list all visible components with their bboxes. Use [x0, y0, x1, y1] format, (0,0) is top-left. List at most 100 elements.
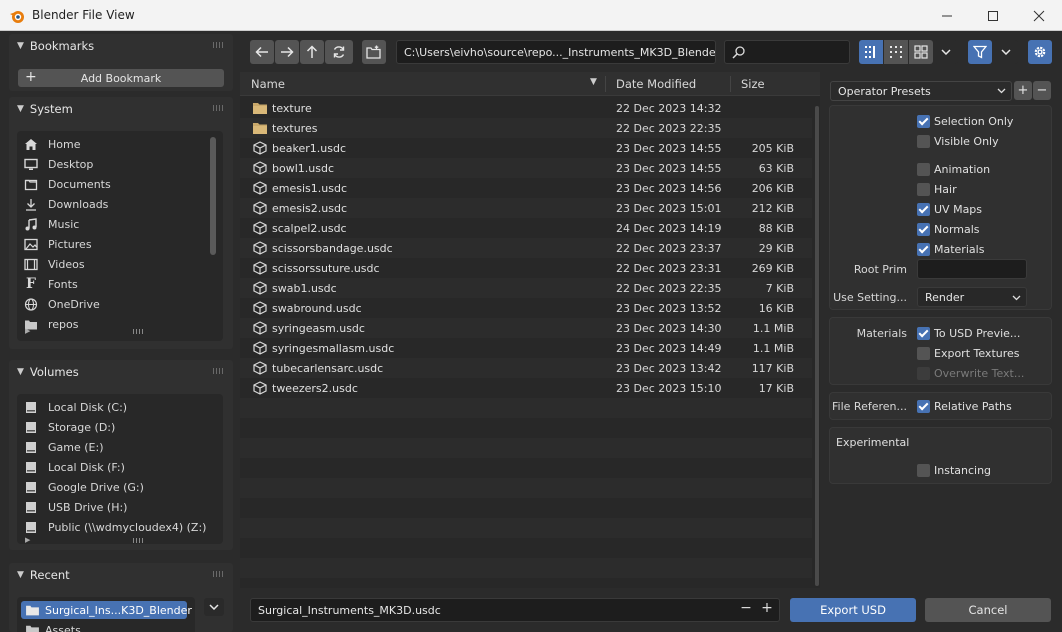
system-list-scrollbar[interactable]: [210, 137, 216, 255]
search-input[interactable]: [724, 40, 850, 64]
recent-item[interactable]: Assets: [21, 621, 187, 632]
add-preset-button[interactable]: +: [1014, 81, 1032, 100]
file-row[interactable]: scissorssuture.usdc 22 Dec 2023 23:31 269 …: [240, 258, 812, 278]
new-folder-button[interactable]: [362, 40, 386, 64]
bookmarks-section: ▼ Bookmarks + Add Bookmark: [9, 34, 233, 91]
file-row[interactable]: swabround.usdc 23 Dec 2023 13:52 16 KiB: [240, 298, 812, 318]
vertical-list-view-button[interactable]: [859, 40, 883, 64]
filter-dropdown[interactable]: [994, 40, 1018, 64]
cancel-button[interactable]: Cancel: [925, 598, 1051, 622]
increment-filename-button[interactable]: +: [760, 600, 774, 620]
relative-paths-checkbox[interactable]: [917, 400, 930, 413]
volume-item-z[interactable]: Public (\\wdmycloudex4) (Z:): [17, 517, 223, 537]
system-item-desktop[interactable]: Desktop: [17, 154, 223, 174]
maximize-button[interactable]: [970, 0, 1016, 31]
system-item-downloads[interactable]: Downloads: [17, 194, 223, 214]
drag-grip-icon[interactable]: [213, 571, 225, 577]
folder-row[interactable]: texture 22 Dec 2023 14:32: [240, 98, 812, 118]
forward-button[interactable]: [275, 40, 299, 64]
column-header-size[interactable]: Size: [741, 77, 765, 91]
resize-grip-icon[interactable]: [133, 538, 145, 543]
export-textures-checkbox[interactable]: [917, 347, 930, 360]
system-item-onedrive[interactable]: OneDrive: [17, 294, 223, 314]
mesh-file-icon: [253, 381, 267, 395]
drag-grip-icon[interactable]: [213, 42, 225, 48]
operator-presets-dropdown[interactable]: Operator Presets: [830, 81, 1012, 101]
parent-directory-button[interactable]: [300, 40, 324, 64]
use-settings-dropdown[interactable]: Render: [917, 287, 1027, 307]
system-item-videos[interactable]: Videos: [17, 254, 223, 274]
recent-dropdown-button[interactable]: [204, 598, 224, 616]
volume-item-d[interactable]: Storage (D:): [17, 417, 223, 437]
root-prim-input[interactable]: [917, 259, 1027, 279]
recent-item-selected[interactable]: Surgical_Ins...K3D_Blender: [21, 601, 192, 619]
decrement-filename-button[interactable]: −: [740, 600, 752, 620]
filename-field[interactable]: Surgical_Instruments_MK3D.usdc: [250, 598, 780, 622]
materials-checkbox[interactable]: [917, 243, 930, 256]
file-row[interactable]: swab1.usdc 22 Dec 2023 22:35 7 KiB: [240, 278, 812, 298]
volumes-header[interactable]: ▼ Volumes: [9, 360, 233, 384]
sort-descending-icon[interactable]: ▼: [590, 77, 597, 87]
overwrite-textures-checkbox[interactable]: [917, 367, 930, 380]
selection-only-checkbox[interactable]: [917, 115, 930, 128]
volume-item-h[interactable]: USB Drive (H:): [17, 497, 223, 517]
animation-checkbox[interactable]: [917, 163, 930, 176]
file-row[interactable]: tweezers2.usdc 23 Dec 2023 15:10 17 KiB: [240, 378, 812, 398]
column-separator[interactable]: [730, 76, 731, 92]
system-item-fonts[interactable]: F Fonts: [17, 274, 223, 294]
system-item-music[interactable]: Music: [17, 214, 223, 234]
file-name: emesis2.usdc: [272, 202, 347, 215]
system-item-repos[interactable]: repos: [17, 314, 223, 334]
back-button[interactable]: [250, 40, 274, 64]
path-field[interactable]: C:\Users\eivho\source\repo..._Instrument…: [396, 40, 716, 64]
volume-item-g[interactable]: Google Drive (G:): [17, 477, 223, 497]
drag-grip-icon[interactable]: [213, 105, 225, 111]
to-usd-preview-checkbox[interactable]: [917, 327, 930, 340]
column-separator[interactable]: [605, 76, 606, 92]
drag-grip-icon[interactable]: [213, 368, 225, 374]
file-list-scrollbar[interactable]: [815, 106, 819, 586]
add-bookmark-button[interactable]: + Add Bookmark: [18, 69, 224, 87]
file-row[interactable]: syringesmallasm.usdc 23 Dec 2023 14:49 1.1…: [240, 338, 812, 358]
expand-triangle-icon[interactable]: ▶: [25, 327, 30, 335]
volume-item-e[interactable]: Game (E:): [17, 437, 223, 457]
export-usd-button[interactable]: Export USD: [790, 598, 916, 622]
volume-item-c[interactable]: Local Disk (C:): [17, 397, 223, 417]
visible-only-checkbox[interactable]: [917, 135, 930, 148]
resize-grip-icon[interactable]: [133, 329, 145, 334]
file-row[interactable]: bowl1.usdc 23 Dec 2023 14:55 63 KiB: [240, 158, 812, 178]
file-row[interactable]: syringeasm.usdc 23 Dec 2023 14:30 1.1 MiB: [240, 318, 812, 338]
close-window-button[interactable]: [1016, 0, 1062, 31]
file-row[interactable]: tubecarlensarc.usdc 23 Dec 2023 13:42 117 …: [240, 358, 812, 378]
system-item-pictures[interactable]: Pictures: [17, 234, 223, 254]
file-row[interactable]: scissorsbandage.usdc 22 Dec 2023 23:37 29 …: [240, 238, 812, 258]
instancing-checkbox[interactable]: [917, 464, 930, 477]
file-row[interactable]: beaker1.usdc 23 Dec 2023 14:55 205 KiB: [240, 138, 812, 158]
horizontal-list-view-button[interactable]: [884, 40, 908, 64]
uv-maps-checkbox[interactable]: [917, 203, 930, 216]
column-header-name[interactable]: Name: [251, 77, 285, 91]
recent-header[interactable]: ▼ Recent: [9, 563, 233, 587]
volume-label: Local Disk (F:): [48, 460, 125, 474]
hair-checkbox[interactable]: [917, 183, 930, 196]
file-row[interactable]: emesis1.usdc 23 Dec 2023 14:56 206 KiB: [240, 178, 812, 198]
mesh-file-icon: [253, 221, 267, 235]
file-row[interactable]: scalpel2.usdc 24 Dec 2023 14:19 88 KiB: [240, 218, 812, 238]
expand-triangle-icon[interactable]: ▶: [25, 536, 30, 544]
filter-button[interactable]: [968, 40, 992, 64]
column-header-date[interactable]: Date Modified: [616, 77, 696, 91]
folder-row[interactable]: textures 22 Dec 2023 22:35: [240, 118, 812, 138]
minimize-button[interactable]: [924, 0, 970, 31]
system-item-home[interactable]: Home: [17, 134, 223, 154]
settings-button[interactable]: [1028, 40, 1052, 64]
display-settings-dropdown[interactable]: [934, 40, 958, 64]
normals-checkbox[interactable]: [917, 223, 930, 236]
remove-preset-button[interactable]: −: [1033, 81, 1051, 100]
thumbnail-view-button[interactable]: [909, 40, 933, 64]
refresh-button[interactable]: [325, 40, 353, 64]
bookmarks-header[interactable]: ▼ Bookmarks: [9, 34, 233, 58]
system-header[interactable]: ▼ System: [9, 97, 233, 121]
system-item-documents[interactable]: Documents: [17, 174, 223, 194]
file-row[interactable]: emesis2.usdc 23 Dec 2023 15:01 212 KiB: [240, 198, 812, 218]
volume-item-f[interactable]: Local Disk (F:): [17, 457, 223, 477]
